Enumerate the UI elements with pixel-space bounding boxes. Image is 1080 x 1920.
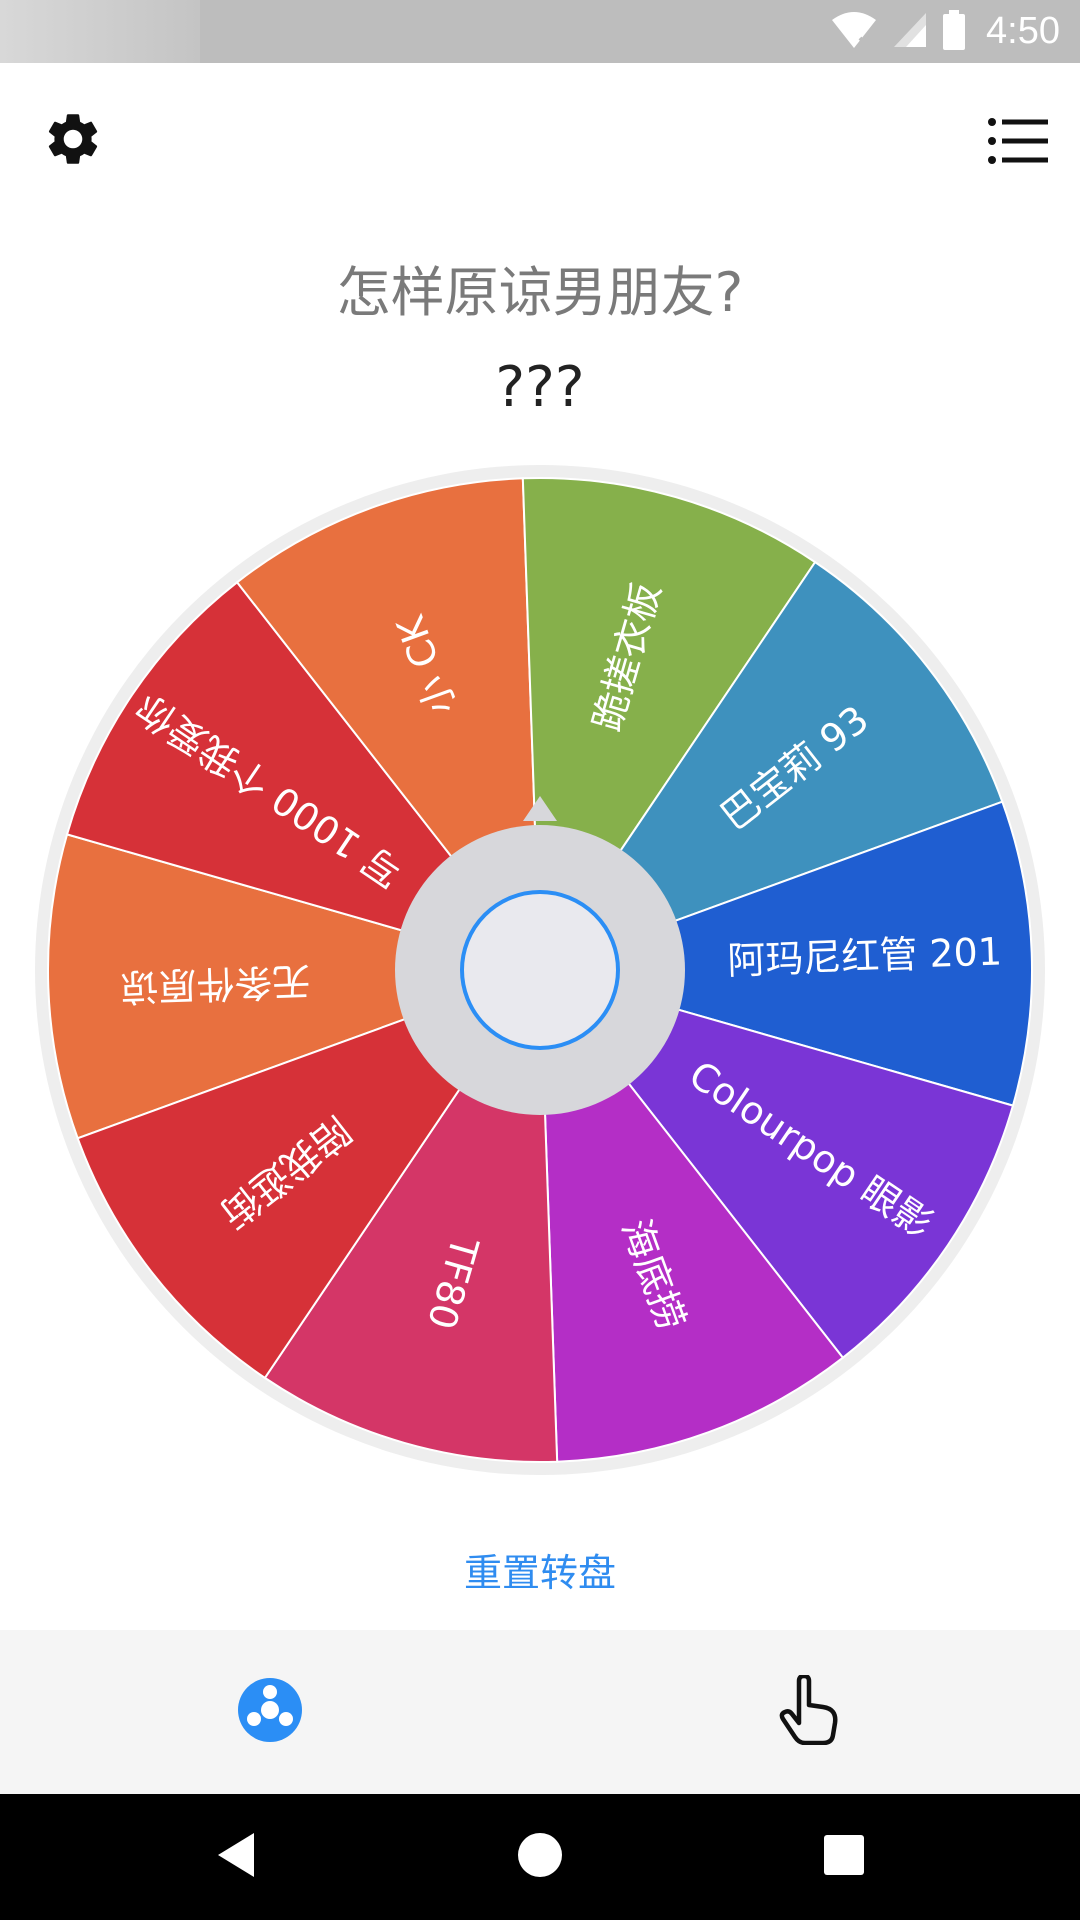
signal-icon	[892, 11, 928, 53]
system-nav-bar	[0, 1794, 1080, 1920]
wheel-result: ???	[495, 355, 585, 420]
list-icon	[988, 118, 1048, 168]
back-icon	[214, 1831, 258, 1883]
gear-icon	[42, 108, 104, 174]
wheel-icon	[236, 1676, 304, 1748]
recents-button[interactable]	[784, 1794, 904, 1920]
home-icon	[517, 1832, 563, 1882]
home-button[interactable]	[480, 1794, 600, 1920]
spin-button[interactable]	[460, 890, 620, 1050]
back-button[interactable]	[176, 1794, 296, 1920]
nav-wheel[interactable]	[0, 1630, 540, 1794]
battery-icon	[942, 9, 966, 54]
notification-area	[0, 0, 200, 63]
bottom-nav	[0, 1630, 1080, 1794]
wheel-title: 怎样原谅男朋友?	[336, 261, 744, 324]
wifi-icon	[830, 10, 878, 54]
nav-manual-pick[interactable]	[540, 1630, 1080, 1794]
top-bar	[0, 63, 1080, 213]
status-time: 4:50	[986, 10, 1060, 52]
status-bar: 4:50	[0, 0, 1080, 63]
recents-icon	[823, 1834, 865, 1880]
settings-button[interactable]	[30, 98, 116, 184]
status-icons: 4:50	[830, 0, 1060, 63]
reset-wheel-button[interactable]: 重置转盘	[0, 1542, 1080, 1597]
list-button[interactable]	[978, 108, 1058, 178]
spin-wheel[interactable]: 无条件原谅写 1000 个我爱你小 CK 跪搓衣板 巴宝莉 93 阿玛尼红管 201 C…	[0, 440, 1080, 1520]
hand-pointer-icon	[777, 1673, 843, 1749]
wheel-segment-label: 无条件原谅	[120, 959, 311, 1010]
wheel-graphic[interactable]: 无条件原谅写 1000 个我爱你小 CK 跪搓衣板巴宝莉 93阿玛尼红管 201C…	[0, 440, 1080, 1520]
